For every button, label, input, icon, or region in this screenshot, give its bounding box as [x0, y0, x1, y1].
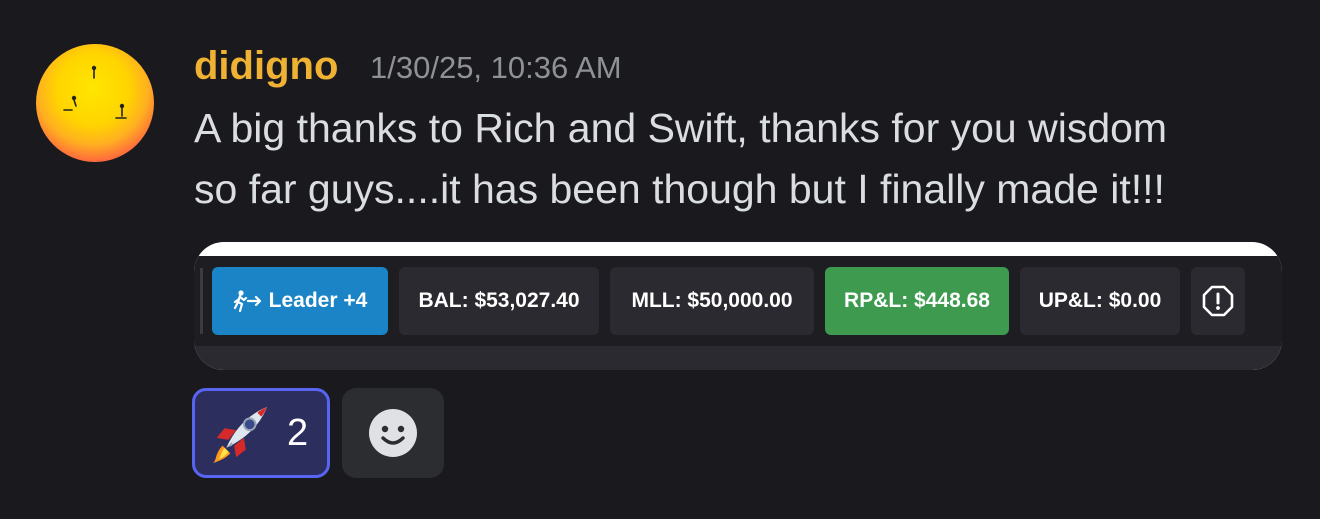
stats-bar-edge [200, 268, 203, 334]
upnl-pill: UP&L: $0.00 [1020, 267, 1180, 335]
person-running-arrow-icon [233, 290, 263, 312]
mll-pill: MLL: $50,000.00 [610, 267, 814, 335]
reaction-rocket[interactable]: 2 [192, 388, 330, 478]
reaction-count: 2 [287, 412, 309, 454]
username[interactable]: didigno [194, 40, 338, 92]
message-line: so far guys....it has been though but I … [194, 166, 1165, 212]
stats-bar-row: Leader +4 BAL: $53,027.40 MLL: $50,000.0… [194, 256, 1282, 346]
image-attachment[interactable]: Leader +4 BAL: $53,027.40 MLL: $50,000.0… [194, 242, 1282, 370]
timestamp: 1/30/25, 10:36 AM [370, 50, 622, 85]
stats-bar: Leader +4 BAL: $53,027.40 MLL: $50,000.0… [194, 256, 1282, 370]
avatar-figures-icon [63, 65, 127, 119]
leader-pill: Leader +4 [212, 267, 388, 335]
avatar[interactable] [36, 44, 154, 162]
rpnl-pill: RP&L: $448.68 [825, 267, 1009, 335]
add-reaction-button[interactable] [342, 388, 444, 478]
rocket-icon [212, 406, 268, 464]
message-content: A big thanks to Rich and Swift, thanks f… [194, 98, 1304, 220]
message-line: A big thanks to Rich and Swift, thanks f… [194, 105, 1168, 151]
alert-octagon-icon [1202, 285, 1234, 317]
leader-label: Leader +4 [268, 289, 368, 312]
balance-pill: BAL: $53,027.40 [399, 267, 599, 335]
alert-pill [1191, 267, 1245, 335]
smiley-face-icon [369, 409, 417, 457]
